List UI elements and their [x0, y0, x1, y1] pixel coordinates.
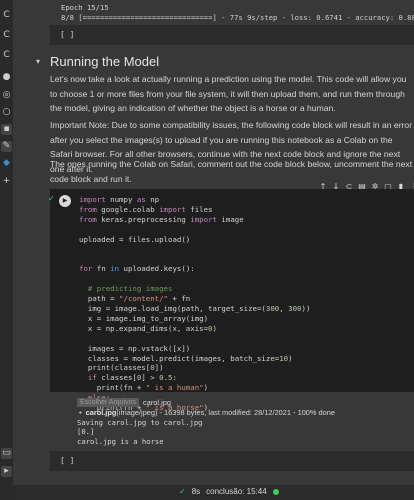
code-editor[interactable]: import numpy as np from google.colab imp…	[79, 195, 310, 413]
saving-line: Saving carol.jpg to carol.jpg	[77, 417, 203, 427]
execution-status: ✓ 8s conclusão: 15:44	[179, 487, 279, 496]
prediction-array: [0.]	[77, 427, 95, 437]
chosen-file-text: carol.jpg	[143, 398, 171, 407]
empty-code-cell-bottom[interactable]: [ ]	[50, 451, 414, 471]
chevron-down-icon[interactable]: ▾	[36, 57, 50, 66]
bullet-icon: •	[79, 407, 82, 417]
upload-status: • carol.jpg(image/jpeg) - 16398 bytes, l…	[77, 408, 407, 418]
add-tab-icon[interactable]: +	[1, 176, 12, 187]
vscode-tab-icon[interactable]: ◆	[1, 158, 12, 169]
terminal-icon[interactable]: ▸	[1, 466, 12, 477]
uploaded-file-meta: (image/jpeg) - 16398 bytes, last modifie…	[116, 407, 335, 417]
run-button[interactable]: ▶	[59, 195, 71, 207]
colab-tab-icon[interactable]: C	[1, 10, 12, 21]
intro-paragraph: Let's now take a look at actually runnin…	[50, 74, 407, 114]
prediction-result: carol.jpg is a horse	[77, 436, 164, 446]
circle-tab-icon[interactable]: ○	[1, 107, 12, 118]
status-bar: ✓ 8s conclusão: 15:44	[13, 485, 414, 500]
empty-code-cell[interactable]: [ ]	[50, 25, 414, 45]
file-chooser: Escolher Arquivos carol.jpg	[77, 398, 407, 408]
colab-tab-icon[interactable]: C	[1, 30, 12, 41]
left-tab-strip: C C C ● ◎ ○ ▪ ✎ ◆ + ▭ ▸	[0, 0, 13, 500]
pen-tab-icon[interactable]: ✎	[1, 141, 12, 152]
notebook-area: Epoch 15/15 8/8 [========================…	[13, 0, 414, 500]
completion-time: conclusão: 15:44	[206, 487, 267, 496]
colab-tab-icon[interactable]: C	[1, 50, 12, 61]
check-icon: ✓	[48, 194, 55, 203]
progress-line: 8/8 [==============================] - 7…	[61, 13, 414, 22]
cell-prompt: [ ]	[60, 456, 75, 465]
status-dot-icon	[272, 488, 279, 495]
choose-files-button[interactable]: Escolher Arquivos	[77, 398, 140, 408]
epoch-line: Epoch 15/15	[61, 3, 109, 12]
code-cell[interactable]: ✓ ▶ import numpy as np from google.colab…	[48, 189, 414, 412]
cell-prompt: [ ]	[60, 30, 75, 39]
check-icon: ✓	[179, 487, 186, 496]
keyboard-icon[interactable]: ▭	[1, 448, 12, 459]
training-output: Epoch 15/15 8/8 [========================…	[61, 3, 414, 23]
square-tab-icon[interactable]: ▪	[1, 124, 12, 135]
uploaded-file-name: carol.jpg	[85, 407, 117, 417]
github-icon[interactable]: ●	[1, 72, 12, 83]
run-gutter: ✓ ▶	[48, 189, 74, 392]
cell-output: Escolher Arquivos carol.jpg • carol.jpg(…	[77, 398, 407, 446]
section-header[interactable]: ▾ Running the Model	[36, 54, 159, 69]
section-title: Running the Model	[50, 54, 160, 69]
circle-tab-icon[interactable]: ◎	[1, 90, 12, 101]
execution-time: 8s	[191, 487, 201, 496]
